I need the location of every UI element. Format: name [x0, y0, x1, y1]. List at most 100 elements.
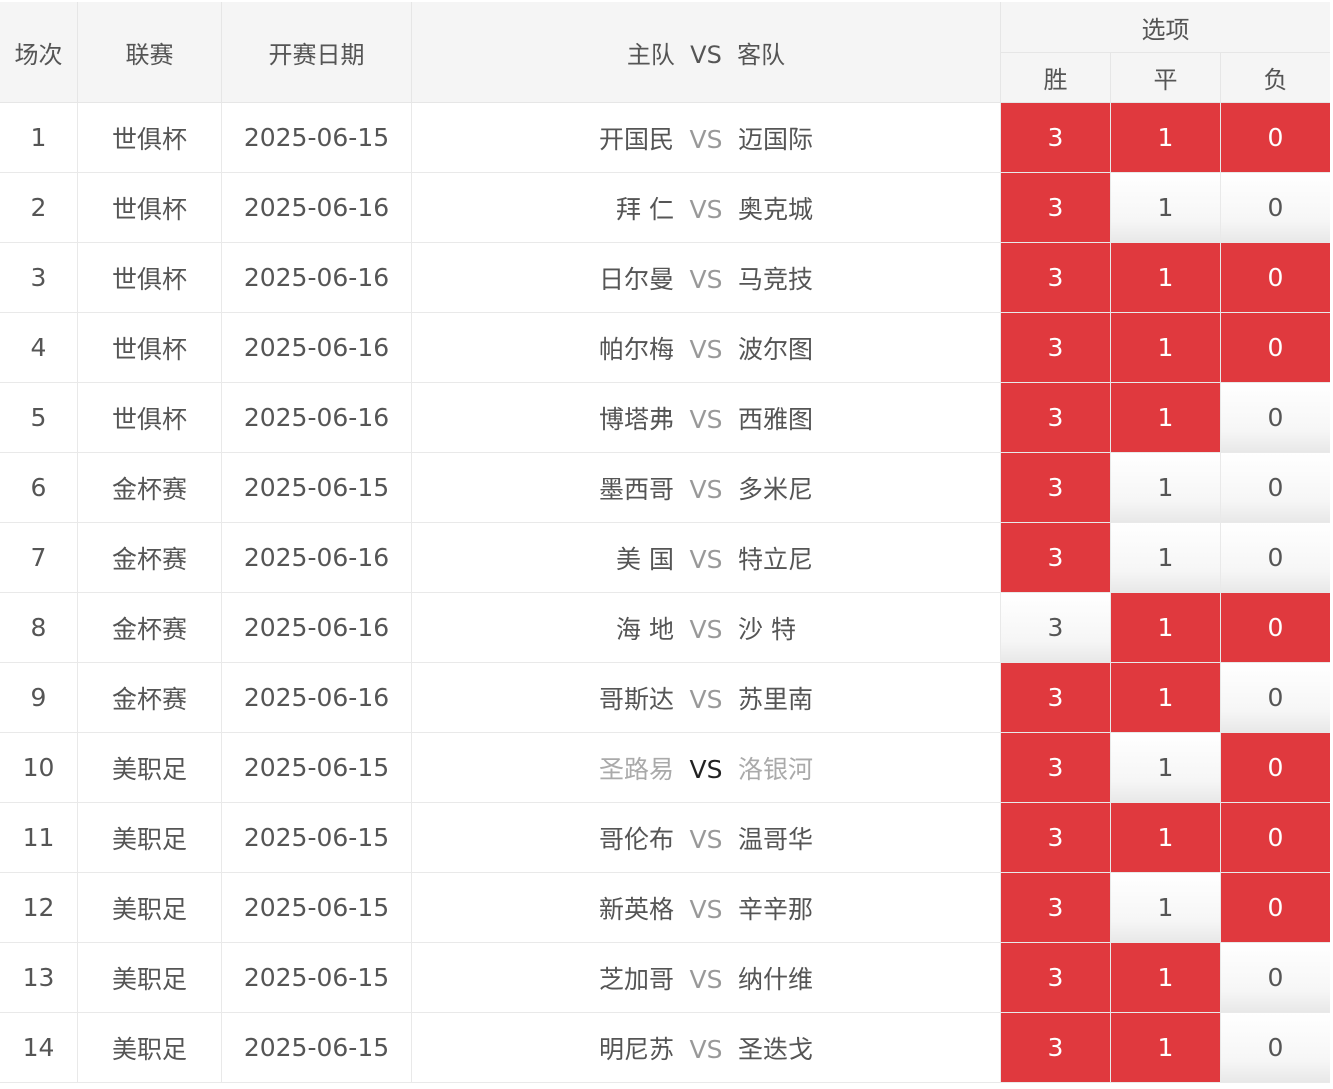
- round-number: 11: [0, 803, 78, 873]
- option-draw-button[interactable]: 1: [1111, 103, 1221, 173]
- vs-label: VS: [689, 824, 723, 854]
- option-win-button[interactable]: 3: [1001, 873, 1111, 943]
- home-team: 海 地: [616, 614, 674, 644]
- away-team: 西雅图: [738, 404, 814, 434]
- round-number: 4: [0, 313, 78, 383]
- matchup-cell: 哥斯达 VS 苏里南: [412, 663, 1001, 733]
- option-draw-button[interactable]: 1: [1111, 453, 1221, 523]
- table-row: 6 金杯赛 2025-06-15 墨西哥 VS 多米尼 3 1 0: [0, 453, 1330, 523]
- home-team: 开国民: [598, 124, 674, 154]
- option-lose-button[interactable]: 0: [1221, 873, 1330, 943]
- option-lose-button[interactable]: 0: [1221, 593, 1330, 663]
- away-team: 圣迭戈: [738, 1034, 814, 1064]
- option-win-button[interactable]: 3: [1001, 313, 1111, 383]
- vs-label: VS: [689, 474, 723, 504]
- option-draw-button[interactable]: 1: [1111, 173, 1221, 243]
- option-lose-button[interactable]: 0: [1221, 383, 1330, 453]
- table-row: 7 金杯赛 2025-06-16 美 国 VS 特立尼 3 1 0: [0, 523, 1330, 593]
- match-date: 2025-06-15: [222, 873, 412, 943]
- table-row: 3 世俱杯 2025-06-16 日尔曼 VS 马竞技 3 1 0: [0, 243, 1330, 313]
- option-draw-button[interactable]: 1: [1111, 733, 1221, 803]
- round-number: 2: [0, 173, 78, 243]
- away-team: 波尔图: [738, 334, 814, 364]
- option-win-button[interactable]: 3: [1001, 1013, 1111, 1083]
- table-row: 5 世俱杯 2025-06-16 博塔弗 VS 西雅图 3 1 0: [0, 383, 1330, 453]
- option-win-button[interactable]: 3: [1001, 523, 1111, 593]
- matchup-cell: 圣路易 VS 洛银河: [412, 733, 1001, 803]
- match-date: 2025-06-15: [222, 453, 412, 523]
- league-name: 美职足: [78, 733, 222, 803]
- home-team: 圣路易: [598, 754, 674, 784]
- vs-label: VS: [689, 1034, 723, 1064]
- round-number: 9: [0, 663, 78, 733]
- home-team: 拜 仁: [616, 194, 674, 224]
- option-draw-button[interactable]: 1: [1111, 243, 1221, 313]
- league-name: 金杯赛: [78, 453, 222, 523]
- header-date: 开赛日期: [222, 2, 412, 103]
- round-number: 14: [0, 1013, 78, 1083]
- option-draw-button[interactable]: 1: [1111, 1013, 1221, 1083]
- vs-label: VS: [689, 964, 723, 994]
- home-team: 美 国: [616, 544, 674, 574]
- option-draw-button[interactable]: 1: [1111, 873, 1221, 943]
- vs-label: VS: [689, 894, 723, 924]
- option-win-button[interactable]: 3: [1001, 593, 1111, 663]
- match-table: 场次 联赛 开赛日期 主队 VS 客队 选项 胜 平 负 1 世俱杯 2025-06…: [0, 2, 1330, 1083]
- option-lose-button[interactable]: 0: [1221, 313, 1330, 383]
- home-team: 新英格: [598, 894, 674, 924]
- table-row: 14 美职足 2025-06-15 明尼苏 VS 圣迭戈 3 1 0: [0, 1013, 1330, 1083]
- match-date: 2025-06-15: [222, 803, 412, 873]
- option-lose-button[interactable]: 0: [1221, 1013, 1330, 1083]
- option-lose-button[interactable]: 0: [1221, 453, 1330, 523]
- table-row: 11 美职足 2025-06-15 哥伦布 VS 温哥华 3 1 0: [0, 803, 1330, 873]
- option-draw-button[interactable]: 1: [1111, 663, 1221, 733]
- option-lose-button[interactable]: 0: [1221, 523, 1330, 593]
- league-name: 世俱杯: [78, 103, 222, 173]
- option-win-button[interactable]: 3: [1001, 803, 1111, 873]
- matchup-cell: 墨西哥 VS 多米尼: [412, 453, 1001, 523]
- option-lose-button[interactable]: 0: [1221, 103, 1330, 173]
- option-win-button[interactable]: 3: [1001, 103, 1111, 173]
- away-team: 迈国际: [738, 124, 814, 154]
- table-row: 8 金杯赛 2025-06-16 海 地 VS 沙 特 310: [0, 593, 1330, 663]
- option-draw-button[interactable]: 1: [1111, 313, 1221, 383]
- option-draw-button[interactable]: 1: [1111, 523, 1221, 593]
- option-win-button[interactable]: 3: [1001, 943, 1111, 1013]
- option-lose-button[interactable]: 0: [1221, 243, 1330, 313]
- home-team: 哥斯达: [598, 684, 674, 714]
- league-name: 金杯赛: [78, 663, 222, 733]
- option-win-button[interactable]: 3: [1001, 243, 1111, 313]
- matchup-cell: 博塔弗 VS 西雅图: [412, 383, 1001, 453]
- home-team: 芝加哥: [598, 964, 674, 994]
- option-draw-button[interactable]: 1: [1111, 943, 1221, 1013]
- option-win-button[interactable]: 3: [1001, 733, 1111, 803]
- away-team: 奥克城: [738, 194, 814, 224]
- option-draw-button[interactable]: 1: [1111, 593, 1221, 663]
- option-lose-button[interactable]: 0: [1221, 733, 1330, 803]
- option-win-button[interactable]: 3: [1001, 173, 1111, 243]
- home-team: 明尼苏: [598, 1034, 674, 1064]
- header-league: 联赛: [78, 2, 222, 103]
- round-number: 1: [0, 103, 78, 173]
- home-team: 帕尔梅: [598, 334, 674, 364]
- vs-label: VS: [689, 684, 723, 714]
- option-draw-button[interactable]: 1: [1111, 383, 1221, 453]
- match-date: 2025-06-16: [222, 593, 412, 663]
- option-lose-button[interactable]: 0: [1221, 663, 1330, 733]
- matchup-cell: 帕尔梅 VS 波尔图: [412, 313, 1001, 383]
- option-lose-button[interactable]: 0: [1221, 803, 1330, 873]
- option-draw-button[interactable]: 1: [1111, 803, 1221, 873]
- option-lose-button[interactable]: 0: [1221, 173, 1330, 243]
- round-number: 12: [0, 873, 78, 943]
- matchup-cell: 拜 仁 VS 奥克城: [412, 173, 1001, 243]
- option-win-button[interactable]: 3: [1001, 663, 1111, 733]
- option-win-button[interactable]: 3: [1001, 453, 1111, 523]
- vs-label: VS: [689, 614, 723, 644]
- matchup-cell: 开国民 VS 迈国际: [412, 103, 1001, 173]
- option-lose-button[interactable]: 0: [1221, 943, 1330, 1013]
- matchup-cell: 芝加哥 VS 纳什维: [412, 943, 1001, 1013]
- option-win-button[interactable]: 3: [1001, 383, 1111, 453]
- header-matchup: 主队 VS 客队: [412, 2, 1001, 103]
- matchup-cell: 明尼苏 VS 圣迭戈: [412, 1013, 1001, 1083]
- away-team: 多米尼: [738, 474, 814, 504]
